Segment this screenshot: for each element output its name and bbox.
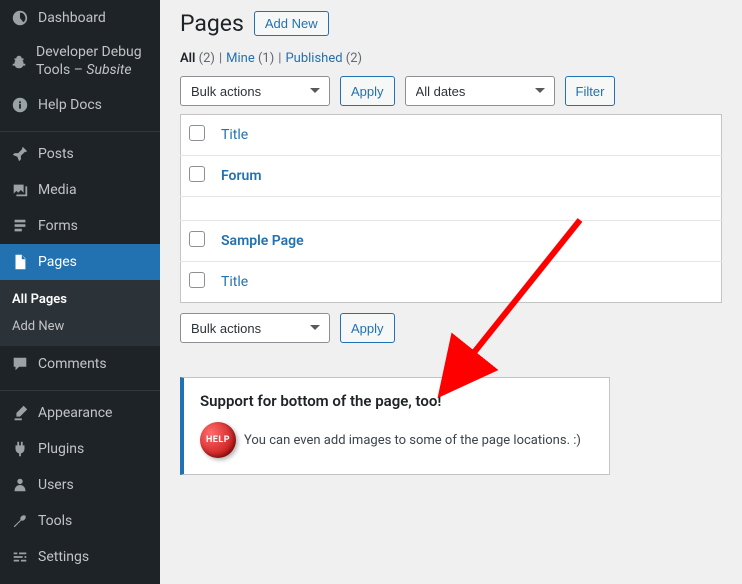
sidebar-item-help[interactable]: Help Docs — [0, 87, 160, 123]
sidebar-item-comments[interactable]: Comments — [0, 346, 160, 382]
bottom-notice: Support for bottom of the page, too! HEL… — [180, 377, 610, 475]
row-title-link[interactable]: Sample Page — [221, 233, 304, 249]
sidebar-item-media[interactable]: Media — [0, 172, 160, 208]
brush-icon — [10, 403, 30, 423]
sidebar-item-tools[interactable]: Tools — [0, 503, 160, 539]
pin-icon — [10, 144, 30, 164]
row-title-link[interactable]: Forum — [221, 168, 262, 184]
bulk-actions-select-wrap: Bulk actions — [180, 76, 330, 106]
select-all-bottom[interactable] — [189, 272, 205, 288]
table-spacer — [181, 197, 722, 221]
table-row: Forum — [181, 156, 722, 197]
col-title-header[interactable]: Title — [213, 115, 722, 156]
sidebar-item-plugins[interactable]: Plugins — [0, 431, 160, 467]
row-checkbox[interactable] — [189, 231, 205, 247]
bulk-actions-select-bottom-wrap: Bulk actions — [180, 313, 330, 343]
filter-link-all[interactable]: All — [180, 51, 199, 66]
filter-count: (1) — [258, 51, 274, 66]
sidebar-item-label: Help Docs — [38, 97, 102, 113]
sidebar-item-pages[interactable]: Pages — [0, 244, 160, 280]
add-new-button[interactable]: Add New — [254, 11, 329, 36]
pages-table: Title Forum Sample Page Title — [180, 114, 722, 303]
sidebar-submenu: All PagesAdd New — [0, 280, 160, 346]
apply-button-bottom[interactable]: Apply — [340, 313, 395, 343]
sidebar-item-debug[interactable]: Developer Debug Tools – Subsite — [0, 36, 160, 87]
row-checkbox[interactable] — [189, 166, 205, 182]
sidebar-item-label: Forms — [38, 218, 78, 234]
notice-body-text: You can even add images to some of the p… — [244, 433, 581, 448]
filter-button[interactable]: Filter — [565, 76, 616, 106]
sidebar-item-label: Plugins — [38, 441, 84, 457]
sidebar-item-label: Settings — [38, 549, 89, 565]
media-icon — [10, 180, 30, 200]
sidebar-item-label: Posts — [38, 146, 74, 162]
sidebar-item-posts[interactable]: Posts — [0, 136, 160, 172]
help-icon: HELP — [200, 422, 236, 458]
wrench-icon — [10, 511, 30, 531]
sidebar-item-label: Media — [38, 182, 77, 198]
filter-link-mine[interactable]: Mine — [226, 51, 258, 66]
page-title: Pages — [180, 10, 244, 37]
sidebar-item-label: Users — [38, 477, 74, 493]
col-title-footer[interactable]: Title — [213, 262, 722, 303]
sidebar-item-dashboard[interactable]: Dashboard — [0, 0, 160, 36]
sidebar-item-settings[interactable]: Settings — [0, 539, 160, 575]
sidebar-subitem[interactable]: Add New — [0, 313, 160, 340]
forms-icon — [10, 216, 30, 236]
filter-link-published[interactable]: Published — [285, 51, 345, 66]
bulk-actions-select-bottom[interactable]: Bulk actions — [180, 313, 330, 343]
filter-count: (2) — [346, 51, 362, 66]
plug-icon — [10, 439, 30, 459]
content-area: Pages Add New All (2)|Mine (1)|Published… — [160, 0, 742, 584]
bulk-actions-select[interactable]: Bulk actions — [180, 76, 330, 106]
sidebar-item-label: Comments — [38, 356, 107, 372]
date-filter-select-wrap: All dates — [405, 76, 555, 106]
sidebar-item-label: Appearance — [38, 405, 112, 421]
filter-links: All (2)|Mine (1)|Published (2) — [180, 51, 722, 66]
table-row: Sample Page — [181, 221, 722, 262]
sidebar-item-label: Dashboard — [38, 10, 106, 26]
filter-count: (2) — [199, 51, 215, 66]
sidebar-item-label: Developer Debug Tools – Subsite — [36, 44, 150, 79]
info-icon — [10, 95, 30, 115]
sidebar-item-users[interactable]: Users — [0, 467, 160, 503]
comment-icon — [10, 354, 30, 374]
sidebar-subitem[interactable]: All Pages — [0, 286, 160, 313]
notice-title: Support for bottom of the page, too! — [200, 392, 593, 410]
date-filter-select[interactable]: All dates — [405, 76, 555, 106]
sidebar-item-appearance[interactable]: Appearance — [0, 395, 160, 431]
sliders-icon — [10, 547, 30, 567]
dashboard-icon — [10, 8, 30, 28]
sidebar-item-forms[interactable]: Forms — [0, 208, 160, 244]
sidebar-item-label: Tools — [38, 513, 72, 529]
sidebar-item-label: Pages — [38, 254, 77, 270]
user-icon — [10, 475, 30, 495]
select-all-top[interactable] — [189, 125, 205, 141]
bug-icon — [10, 52, 28, 72]
apply-button-top[interactable]: Apply — [340, 76, 395, 106]
admin-sidebar: Dashboard Developer Debug Tools – Subsite… — [0, 0, 160, 584]
pages-icon — [10, 252, 30, 272]
